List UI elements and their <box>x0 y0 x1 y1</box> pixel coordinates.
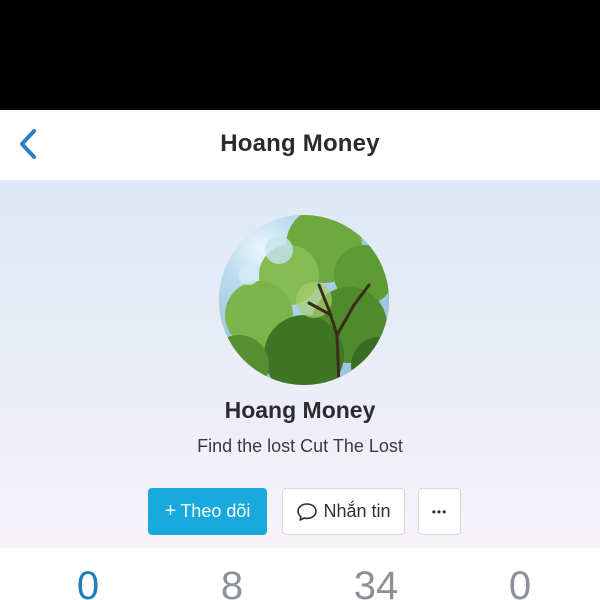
chat-bubble-icon <box>296 502 318 522</box>
plus-icon: + <box>164 500 177 522</box>
tree-photo <box>219 215 389 385</box>
message-button[interactable]: Nhắn tin <box>282 488 405 535</box>
status-bar-area <box>0 0 600 110</box>
avatar[interactable] <box>219 215 389 385</box>
page-title: Hoang Money <box>220 130 380 157</box>
more-options-button[interactable]: ••• <box>418 488 461 535</box>
top-navigation-bar: Hoang Money <box>0 110 600 181</box>
stat-value[interactable]: 34 <box>336 566 416 600</box>
message-button-label: Nhắn tin <box>323 501 391 521</box>
profile-bio: Find the lost Cut The Lost <box>197 436 403 456</box>
action-buttons: + Theo dõi Nhắn tin ••• <box>0 488 600 536</box>
more-dots-icon: ••• <box>431 504 448 519</box>
stat-value[interactable]: 0 <box>480 566 560 600</box>
profile-header: Hoang Money Find the lost Cut The Lost +… <box>0 181 600 548</box>
follow-button[interactable]: + Theo dõi <box>148 488 267 535</box>
stats-row: 0 8 34 0 <box>0 548 600 600</box>
stat-value[interactable]: 8 <box>192 566 272 600</box>
follow-button-label: Theo dõi <box>180 501 251 521</box>
profile-name: Hoang Money <box>224 397 376 423</box>
stat-value[interactable]: 0 <box>48 566 128 600</box>
